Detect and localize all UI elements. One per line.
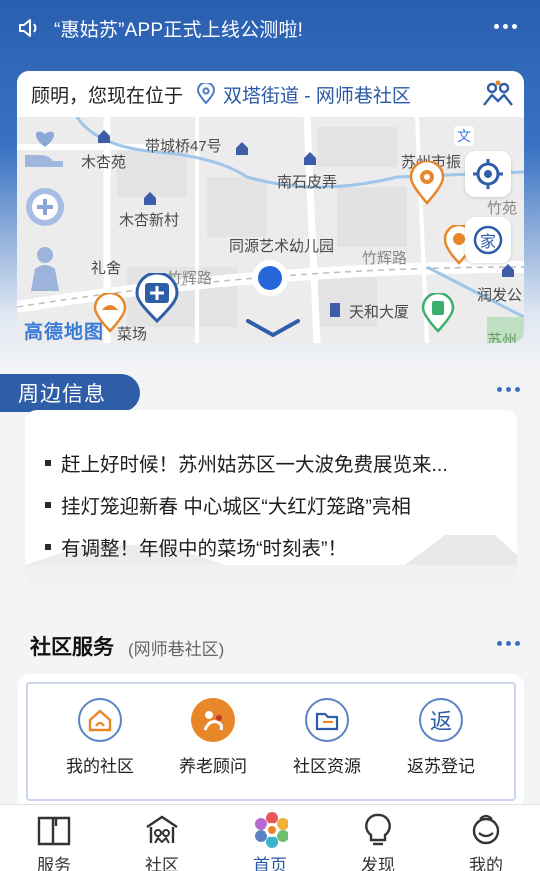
community-people-icon[interactable] — [482, 79, 514, 109]
map-label: 天和大厦 — [349, 304, 410, 321]
services-title: 社区服务 — [30, 636, 114, 659]
poi-building-icon — [144, 192, 156, 205]
bottom-tab-bar: 服务 社区 首页 发现 我的 — [0, 804, 540, 871]
tab-label: 发现 — [361, 856, 395, 871]
map-label: 竹辉路 — [362, 250, 408, 267]
tab-discover[interactable]: 发现 — [324, 805, 432, 871]
folder-icon — [305, 698, 349, 742]
services-more-icon[interactable] — [497, 638, 523, 648]
user-icon — [472, 814, 500, 845]
poi-text-icon: 文 — [454, 126, 474, 146]
poi-building-icon — [502, 264, 514, 277]
tab-mine[interactable]: 我的 — [432, 805, 540, 871]
service-community-resources[interactable]: 社区资源 — [272, 698, 382, 777]
elderly-icon — [31, 247, 59, 291]
location-pin-icon — [197, 83, 216, 105]
more-menu-icon[interactable] — [494, 18, 522, 34]
nearby-section-title: 周边信息 — [0, 374, 140, 412]
speaker-icon — [19, 19, 37, 37]
add-service-button[interactable] — [18, 180, 72, 234]
home-flower-icon — [255, 812, 288, 848]
return-glyph: 返 — [429, 709, 452, 734]
map-label: 竹苑 — [487, 200, 518, 217]
service-my-community[interactable]: 我的社区 — [45, 698, 155, 777]
service-label: 返苏登记 — [407, 757, 475, 776]
services-card: 我的社区 养老顾问 社区资源 返 返苏登记 — [18, 674, 524, 809]
current-location-icon — [252, 260, 288, 296]
map-pin-icon[interactable] — [421, 293, 455, 333]
tab-label: 服务 — [37, 856, 71, 871]
news-item[interactable]: 有调整！年假中的菜场“时刻表”！ — [45, 532, 347, 561]
home-button[interactable]: 家 — [465, 217, 511, 263]
amap-logo: 高德地图 — [24, 322, 105, 343]
return-register-icon: 返 — [419, 698, 463, 742]
care-heart-button[interactable] — [18, 122, 72, 176]
location-place[interactable]: 双塔街道 - 网师巷社区 — [223, 81, 411, 108]
target-icon — [473, 159, 503, 189]
clinic-pin-icon[interactable] — [135, 273, 179, 323]
heart-hand-icon — [25, 131, 63, 167]
services-subtitle: (网师巷社区) — [128, 640, 225, 659]
service-label: 我的社区 — [66, 757, 134, 776]
map-view[interactable]: 带城桥47号 南石皮弄 木杏苑 木杏新村 同源艺术幼儿园 竹辉路 竹辉路 天和大… — [17, 117, 524, 343]
map-label: 礼舍 — [91, 260, 122, 277]
nearby-more-icon[interactable] — [497, 384, 523, 394]
map-label: 带城桥47号 — [145, 138, 222, 155]
poi-tower-icon — [330, 303, 340, 317]
poi-building-icon — [304, 152, 316, 165]
nearby-news-card: 赶上好时候！苏州姑苏区一大波免费展览来... 挂灯笼迎新春 中心城区“大红灯笼路… — [25, 410, 517, 585]
announcement-text: “惠姑苏”APP正式上线公测啦! — [54, 19, 304, 41]
bullet — [45, 501, 51, 508]
home-icon — [78, 698, 122, 742]
tab-community[interactable]: 社区 — [108, 805, 216, 871]
svg-text:文: 文 — [457, 129, 471, 145]
news-title: 挂灯笼迎新春 中心城区“大红灯笼路”亮相 — [61, 496, 411, 518]
announcement-bar[interactable]: “惠姑苏”APP正式上线公测啦! — [0, 0, 540, 56]
map-side-icons — [18, 118, 72, 302]
service-elderly-advisor[interactable]: 养老顾问 — [158, 698, 268, 777]
map-label: 润发公 — [477, 287, 523, 304]
service-return-register[interactable]: 返 返苏登记 — [386, 698, 496, 777]
elderly-button[interactable] — [18, 242, 72, 296]
tab-label: 首页 — [253, 856, 287, 871]
map-label: 木杏新村 — [119, 212, 180, 229]
elderly-care-icon — [191, 698, 235, 742]
tab-label: 我的 — [469, 856, 503, 871]
tab-home[interactable]: 首页 — [216, 805, 324, 871]
home-button-label: 家 — [479, 234, 496, 251]
map-label: 木杏苑 — [81, 154, 127, 171]
tab-services[interactable]: 服务 — [0, 805, 108, 871]
book-icon — [37, 816, 71, 846]
location-prefix: 顾明，您现在位于 — [31, 85, 184, 107]
news-item[interactable]: 挂灯笼迎新春 中心城区“大红灯笼路”亮相 — [45, 490, 411, 519]
chevron-down-icon[interactable] — [245, 317, 301, 339]
locate-button[interactable] — [465, 151, 511, 197]
community-icon — [146, 815, 178, 844]
map-label: 南石皮弄 — [277, 174, 338, 191]
news-title: 赶上好时候！苏州姑苏区一大波免费展览来... — [61, 454, 448, 476]
poi-building-icon — [98, 130, 110, 143]
tab-label: 社区 — [145, 856, 179, 871]
map-label: 同源艺术幼儿园 — [229, 238, 335, 255]
poi-building-icon — [236, 142, 248, 155]
location-bar[interactable]: 顾明，您现在位于 双塔街道 - 网师巷社区 — [17, 71, 524, 117]
bullet — [45, 459, 51, 466]
news-item[interactable]: 赶上好时候！苏州姑苏区一大波免费展览来... — [45, 448, 448, 477]
map-pin-icon[interactable] — [409, 161, 445, 205]
map-card: 带城桥47号 南石皮弄 木杏苑 木杏新村 同源艺术幼儿园 竹辉路 竹辉路 天和大… — [17, 71, 524, 343]
bullet — [45, 543, 51, 550]
bulb-icon — [365, 813, 391, 846]
service-label: 社区资源 — [293, 757, 361, 776]
map-label: 苏州 — [487, 332, 518, 343]
news-title: 有调整！年假中的菜场“时刻表”！ — [61, 538, 347, 560]
service-label: 养老顾问 — [179, 757, 247, 776]
plus-circle-icon — [26, 188, 64, 226]
